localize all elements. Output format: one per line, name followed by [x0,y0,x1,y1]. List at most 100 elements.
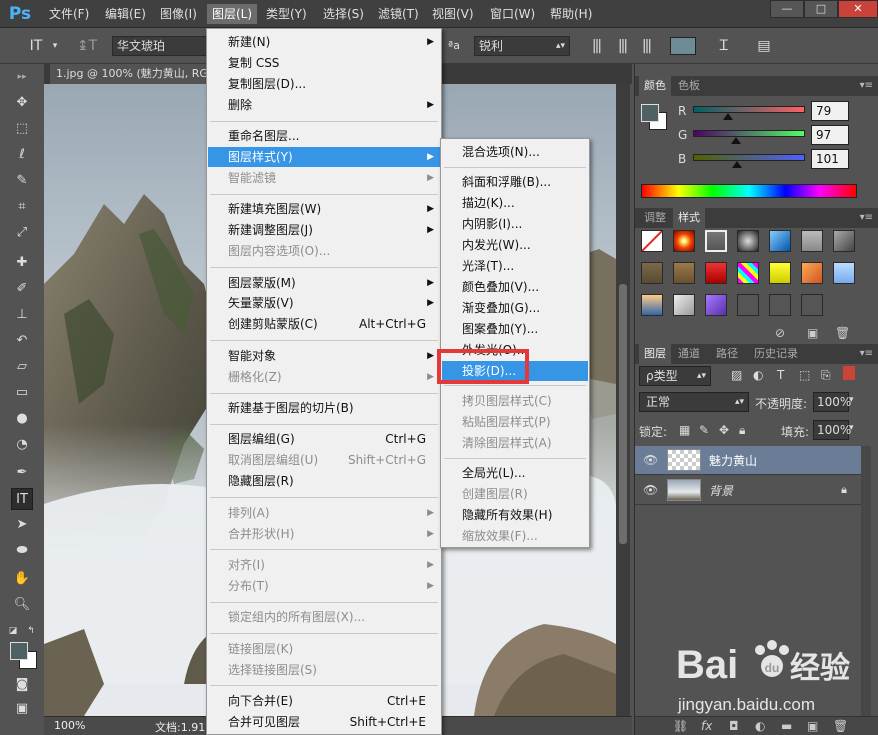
close-button[interactable]: ✕ [838,0,878,18]
eraser-tool-icon[interactable]: ▱ [11,356,33,378]
layer-menu-item[interactable]: 新建(N) ▶ [208,32,440,52]
style-submenu-item[interactable]: 创建图层(R) [442,484,588,504]
style-submenu-item[interactable]: 缩放效果(F)... [442,526,588,546]
layer-menu-item[interactable]: 图层内容选项(O)... [208,241,440,261]
style-submenu-item[interactable]: 清除图层样式(A) [442,433,588,453]
layer-menu-item[interactable]: 栅格化(Z) ▶ [208,367,440,387]
default-colors-icon[interactable]: ◪ [6,620,20,642]
layer-menu-item[interactable]: 向下合并(E) Ctrl+E [208,691,440,711]
style-submenu-item[interactable]: 斜面和浮雕(B)... [442,172,588,192]
style-submenu-item[interactable]: 光泽(T)... [442,256,588,276]
minimize-button[interactable]: — [770,0,804,18]
fg-color-swatch[interactable] [641,104,659,122]
eyedropper-tool-icon[interactable]: ⤢ [11,222,33,244]
style-preset-swatch[interactable] [737,230,759,252]
style-submenu-item[interactable]: 隐藏所有效果(H) [442,505,588,525]
style-submenu-item[interactable]: 图案叠加(Y)... [442,319,588,339]
menu-filter[interactable]: 滤镜(T) [373,4,424,24]
document-info[interactable]: 文档:1.91 [155,719,205,735]
style-submenu-item[interactable]: 颜色叠加(V)... [442,277,588,297]
style-preset-swatch[interactable] [833,230,855,252]
font-family-field[interactable]: 华文琥珀 [112,36,208,56]
layer-menu-item[interactable]: 新建调整图层(J) ▶ [208,220,440,240]
align-right-icon[interactable]: ||| [636,36,656,56]
tab-adjustments[interactable]: 调整 [639,208,671,228]
style-submenu-item[interactable]: 全局光(L)... [442,463,588,483]
style-preset-swatch[interactable] [641,294,663,316]
type-tool-icon[interactable]: ⅠT [24,36,48,56]
filter-adjustment-icon[interactable]: ◐ [753,368,763,382]
layer-row-background[interactable]: 👁︎ 背景 🔒︎ [635,476,861,505]
eye-icon[interactable]: 👁︎ [643,483,658,497]
quick-select-tool-icon[interactable]: ✎ [11,170,33,192]
panel-menu-icon[interactable]: ▾≡ [860,76,873,96]
layer-menu-item[interactable]: 图层样式(Y) ▶ [208,147,440,167]
layer-menu-item[interactable]: 创建剪贴蒙版(C) Alt+Ctrl+G [208,314,440,334]
filter-smart-object-icon[interactable]: ⎘ [821,368,831,383]
layer-menu-item[interactable]: 复制 CSS [208,53,440,73]
style-preset-swatch[interactable] [641,262,663,284]
character-panel-icon[interactable]: ▤ [754,36,774,56]
style-preset-swatch[interactable] [705,294,727,316]
style-preset-swatch[interactable] [673,262,695,284]
channel-value-field[interactable]: 101 [811,149,849,169]
style-preset-swatch[interactable] [769,230,791,252]
filter-toggle[interactable] [843,366,855,380]
fill-field[interactable]: 100% [813,420,851,440]
crop-tool-icon[interactable]: ⌗ [11,196,33,218]
style-submenu-item[interactable]: 内阴影(I)... [442,214,588,234]
quick-mask-icon[interactable]: ◙ [11,674,33,696]
channel-slider[interactable] [693,106,805,113]
channel-slider[interactable] [693,154,805,161]
tab-history[interactable]: 历史记录 [749,344,803,364]
layer-menu-item[interactable]: 新建填充图层(W) ▶ [208,199,440,219]
layer-menu-item[interactable]: 链接图层(K) [208,639,440,659]
layer-menu-item[interactable]: 新建基于图层的切片(B) [208,398,440,418]
lock-image-icon[interactable]: ✎ [699,423,709,437]
layer-menu-item[interactable]: 选择链接图层(S) [208,660,440,680]
style-preset-swatch[interactable] [641,230,663,252]
delete-style-icon[interactable]: 🗑︎ [835,326,850,340]
layer-menu-item[interactable]: 对齐(I) ▶ [208,555,440,575]
eye-icon[interactable]: 👁︎ [643,453,658,467]
filter-shape-icon[interactable]: ⬚ [799,368,810,382]
menu-file[interactable]: 文件(F) [44,4,94,24]
style-submenu-item[interactable]: 拷贝图层样式(C) [442,391,588,411]
layer-name[interactable]: 背景 [709,482,733,499]
lasso-tool-icon[interactable]: ℓ [11,144,33,166]
gradient-tool-icon[interactable]: ▭ [11,382,33,404]
panel-menu-icon[interactable]: ▾≡ [860,344,873,364]
style-preset-swatch[interactable] [737,262,759,284]
tab-styles[interactable]: 样式 [673,208,705,228]
layer-menu-item[interactable]: 智能对象 ▶ [208,346,440,366]
lock-position-icon[interactable]: ✥ [719,423,729,437]
tab-paths[interactable]: 路径 [711,344,743,364]
tool-preset-dropdown-icon[interactable]: ▾ [50,36,60,56]
channel-value-field[interactable]: 97 [811,125,849,145]
layer-menu-item[interactable]: 分布(T) ▶ [208,576,440,596]
screen-mode-icon[interactable]: ▣ [11,698,33,720]
opacity-dropdown-icon[interactable]: ▾ [849,395,854,405]
zoom-tool-icon[interactable]: 🔍︎ [11,594,33,616]
layer-menu-item[interactable]: 图层蒙版(M) ▶ [208,273,440,293]
pen-tool-icon[interactable]: ✒ [11,462,33,484]
style-preset-swatch[interactable] [705,230,727,252]
style-preset-swatch[interactable] [769,294,791,316]
menu-select[interactable]: 选择(S) [318,4,369,24]
toggle-orientation-icon[interactable]: ↨T [76,36,98,56]
menu-layer[interactable]: 图层(L) [207,4,258,24]
style-preset-swatch[interactable] [801,262,823,284]
text-color-swatch[interactable] [670,37,696,55]
menu-view[interactable]: 视图(V) [427,4,479,24]
align-center-icon[interactable]: ||| [612,36,632,56]
new-style-icon[interactable]: ▣ [807,326,818,340]
ellipse-tool-icon[interactable]: ⬬ [11,540,33,562]
layer-filter-select[interactable]: ρ类型 ▴▾ [639,366,711,386]
layer-menu-item[interactable]: 排列(A) ▶ [208,503,440,523]
layer-menu-item[interactable]: 锁定组内的所有图层(X)... [208,607,440,627]
style-preset-swatch[interactable] [769,262,791,284]
align-left-icon[interactable]: ||| [586,36,606,56]
channel-slider-thumb[interactable] [732,161,743,168]
scrollbar-thumb[interactable] [619,284,627,544]
layer-name[interactable]: 魅力黄山 [709,452,757,469]
